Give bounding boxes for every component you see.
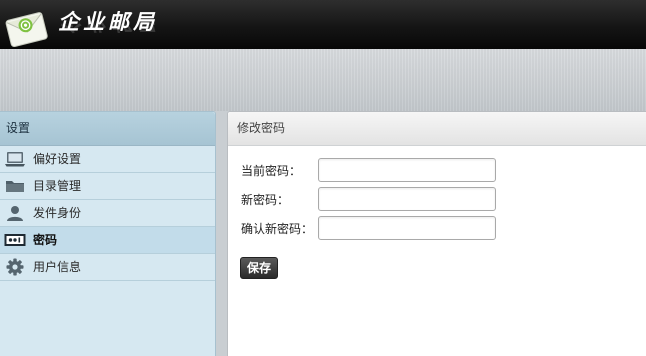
- envelope-logo-icon: [4, 5, 50, 49]
- sidebar-item-label: 用户信息: [33, 260, 82, 274]
- gear-icon: [4, 258, 26, 276]
- save-button[interactable]: 保存: [240, 257, 279, 279]
- current-password-input[interactable]: [318, 158, 496, 182]
- sidebar-title: 设置: [0, 112, 215, 146]
- new-password-input[interactable]: [318, 187, 496, 211]
- sidebar-item-preferences[interactable]: 偏好设置: [0, 146, 215, 173]
- settings-sidebar: 设置 偏好设置 目录管理 发件身份 密码 用户信息: [0, 111, 216, 356]
- app-title-reflection: 企业邮局: [58, 21, 158, 34]
- sidebar-item-password[interactable]: 密码: [0, 227, 215, 254]
- sidebar-item-folders[interactable]: 目录管理: [0, 173, 215, 200]
- change-password-panel: 修改密码 当前密码： 新密码： 确认新密码： 保存: [227, 111, 646, 356]
- sidebar-item-label: 密码: [33, 233, 58, 247]
- new-password-label: 新密码：: [241, 193, 290, 207]
- password-field-icon: [4, 231, 26, 249]
- sidebar-item-label: 目录管理: [33, 179, 82, 193]
- confirm-password-label: 确认新密码：: [241, 222, 314, 236]
- user-icon: [4, 204, 26, 222]
- folder-icon: [4, 177, 26, 195]
- sidebar-item-label: 偏好设置: [33, 152, 82, 166]
- app-header: 企业邮局 企业邮局: [0, 0, 646, 49]
- current-password-label: 当前密码：: [241, 164, 302, 178]
- sidebar-item-user-info[interactable]: 用户信息: [0, 254, 215, 281]
- sidebar-item-sender-identity[interactable]: 发件身份: [0, 200, 215, 227]
- laptop-icon: [4, 150, 26, 168]
- panel-title: 修改密码: [228, 112, 646, 146]
- confirm-password-input[interactable]: [318, 216, 496, 240]
- header-band: [0, 49, 646, 111]
- sidebar-item-label: 发件身份: [33, 206, 82, 220]
